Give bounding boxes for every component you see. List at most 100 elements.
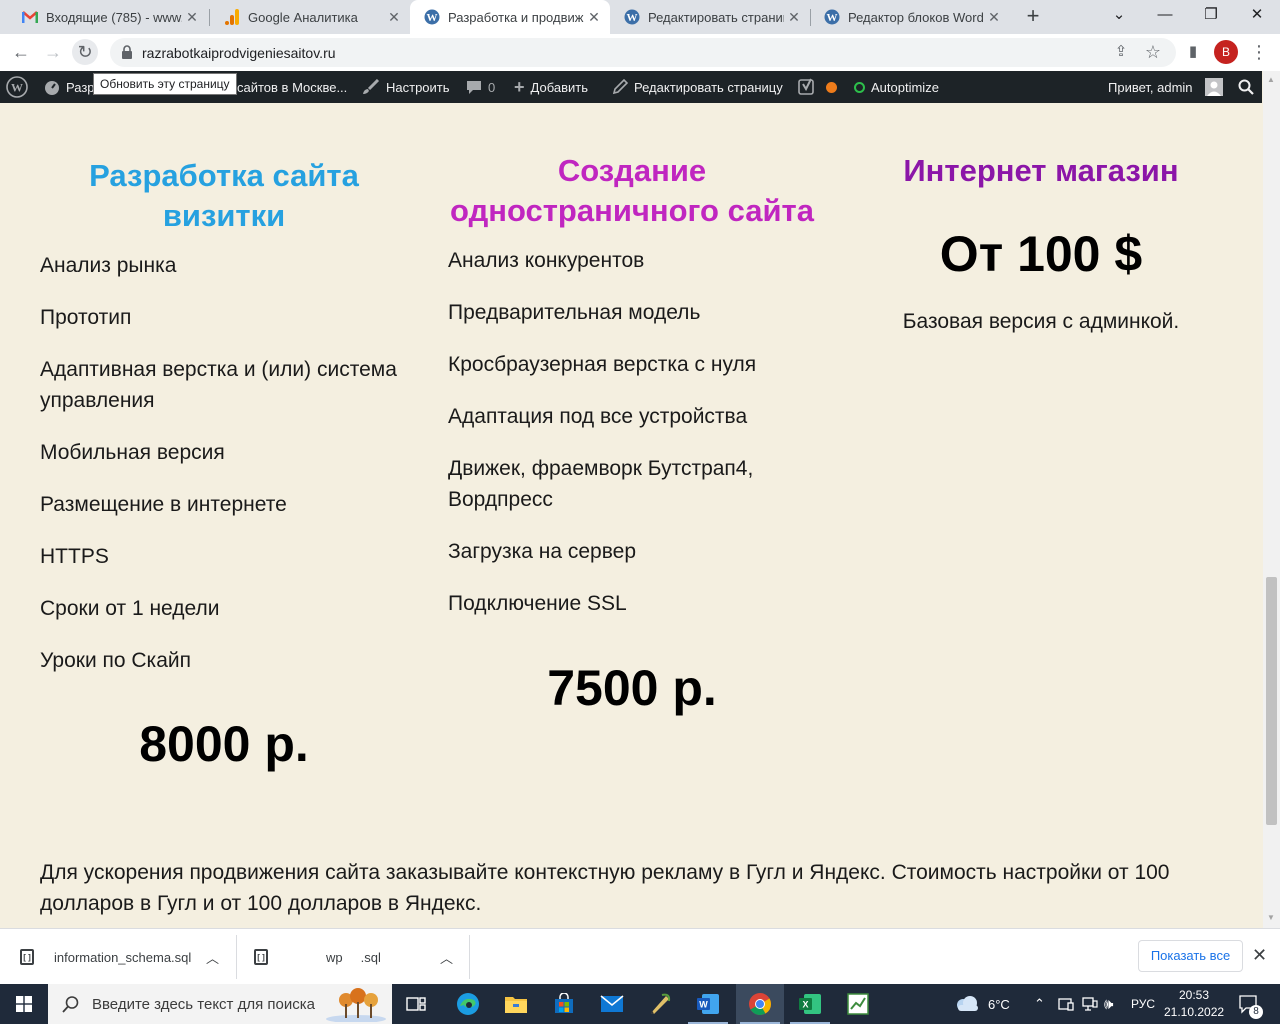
sql-file-icon: [ ] [20,949,34,965]
browser-toolbar: ← → ↻ razrabotkaiprodvigeniesaitov.ru ⇪ … [0,34,1280,71]
feature-item: Подключение SSL [448,592,627,615]
close-icon[interactable]: ✕ [984,9,1004,26]
feature-item: Движек, фраемворк Бутстрап4, Вордпресс [448,457,754,511]
close-window-button[interactable]: ✕ [1234,0,1280,30]
reload-button[interactable]: ↻ [72,39,98,65]
gmail-icon [22,9,38,25]
show-all-downloads-button[interactable]: Показать все [1138,940,1243,972]
back-button[interactable]: ← [8,39,34,65]
minimize-button[interactable]: — [1142,0,1188,30]
edge-browser-icon[interactable] [444,984,492,1024]
notification-center-icon[interactable]: 8 [1238,984,1263,1024]
system-clock[interactable]: 20:53 21.10.2022 [1164,987,1224,1021]
wordpress-logo-icon[interactable]: W [6,71,28,103]
scroll-down-arrow-icon[interactable]: ▼ [1267,913,1275,922]
svg-text:W: W [11,81,23,95]
add-new-label: Добавить [530,79,588,95]
download-item[interactable]: [ ] information_schema.sql ︿ [20,929,226,985]
volume-icon[interactable]: 🕪 [1104,984,1113,1024]
windows-start-icon[interactable] [0,984,48,1024]
customize-link[interactable]: Настроить [362,71,450,103]
tray-chevron-up-icon[interactable]: ⌃ [1034,984,1045,1024]
feature-item: Уроки по Скайп [40,649,191,672]
mail-icon[interactable] [588,984,636,1024]
download-filename: wp .sql [326,949,381,965]
new-tab-button[interactable]: + [1020,4,1046,30]
tab-active-page[interactable]: W Разработка и продвиже ✕ [410,0,610,34]
svg-text:X: X [802,1000,808,1010]
microsoft-store-icon[interactable] [540,984,588,1024]
site-name-suffix[interactable]: сайтов в Москве... [237,71,347,103]
chevron-up-icon[interactable]: ︿ [440,948,453,967]
pricing-card-title: Разработка сайта визитки [89,158,359,233]
tab-analytics[interactable]: Google Аналитика ✕ [210,0,410,34]
feature-item: Сроки от 1 недели [40,597,220,620]
search-icon[interactable] [1238,71,1254,103]
tab-gmail[interactable]: Входящие (785) - www.46 ✕ [8,0,208,34]
page-scrollbar[interactable]: ▲ ▼ [1263,71,1280,928]
close-icon[interactable]: ✕ [384,9,404,26]
cloud-icon [957,996,978,1011]
feature-item: Адаптивная верстка и (или) система управ… [40,358,397,412]
taskbar-search-box[interactable]: Введите здесь текст для поиска [48,984,392,1024]
close-shelf-icon[interactable]: ✕ [1252,945,1267,966]
scroll-up-arrow-icon[interactable]: ▲ [1267,75,1275,84]
clock-date: 21.10.2022 [1164,1005,1225,1019]
download-item[interactable]: [ ] wp .sql ︿ [254,929,460,985]
feature-item: Размещение в интернете [40,493,287,516]
feature-item: Прототип [40,306,132,329]
pricing-card-title: Создание одностраничного сайта [450,153,814,228]
address-bar[interactable]: razrabotkaiprodvigeniesaitov.ru [110,38,1176,67]
download-separator [469,935,470,979]
share-icon[interactable]: ⇪ [1108,39,1134,65]
search-icon [62,996,79,1013]
comments-link[interactable]: 0 [466,71,495,103]
bookmark-star-icon[interactable]: ☆ [1140,39,1166,65]
tab-edit-page[interactable]: W Редактировать страниц ✕ [610,0,810,34]
file-explorer-icon[interactable] [492,984,540,1024]
tab-title: Разработка и продвиже [448,9,584,25]
app-quill-icon[interactable] [636,984,684,1024]
lock-icon [122,45,132,59]
task-view-icon[interactable] [392,984,440,1024]
close-icon[interactable]: ✕ [584,9,604,26]
language-indicator[interactable]: РУС [1131,984,1155,1024]
user-account-menu[interactable]: Привет, admin [1108,71,1229,103]
wordpress-icon: W [424,9,440,25]
network-icon[interactable] [1082,984,1098,1024]
site-name-menu[interactable]: Разр [44,71,95,103]
download-shelf: [ ] information_schema.sql ︿ [ ] wp .sql… [0,928,1280,984]
scrollbar-thumb[interactable] [1266,577,1277,825]
tab-search-chevron-icon[interactable]: ⌄ [1096,0,1142,30]
add-new-menu[interactable]: + Добавить [514,71,588,103]
chart-app-icon[interactable] [834,984,882,1024]
excel-icon[interactable]: X [786,984,834,1024]
price-label: От 100 $ [939,226,1143,282]
dashboard-gauge-icon [44,79,60,95]
pencil-icon [612,79,628,95]
word-icon[interactable]: W [684,984,732,1024]
restore-button[interactable]: ❐ [1188,0,1234,30]
weather-widget[interactable]: 6°C [954,984,1010,1024]
forward-button[interactable]: → [40,39,66,65]
tab-block-editor[interactable]: W Редактор блоков WordP ✕ [810,0,1010,34]
yoast-seo-icon[interactable] [798,71,816,103]
side-panel-icon[interactable]: ▮ [1180,39,1206,65]
tab-strip: Входящие (785) - www.46 ✕ Google Аналити… [0,0,1280,34]
close-icon[interactable]: ✕ [784,9,804,26]
close-icon[interactable]: ✕ [182,9,202,26]
weather-temperature: 6°C [988,996,1010,1012]
chrome-icon[interactable] [736,984,784,1024]
clock-time: 20:53 [1178,988,1210,1002]
chevron-up-icon[interactable]: ︿ [206,948,219,967]
autoptimize-menu[interactable]: Autoptimize [854,71,939,103]
url-text: razrabotkaiprodvigeniesaitov.ru [142,45,336,61]
onedrive-icon[interactable] [1058,984,1074,1024]
edit-page-link[interactable]: Редактировать страницу [612,71,783,103]
price-label: 8000 р. [139,716,309,772]
profile-avatar[interactable]: B [1214,40,1238,64]
tab-title: Google Аналитика [248,9,358,25]
menu-kebab-icon[interactable]: ⋮ [1246,39,1272,65]
paintbrush-icon [362,79,380,95]
search-placeholder: Введите здесь текст для поиска [92,995,315,1013]
